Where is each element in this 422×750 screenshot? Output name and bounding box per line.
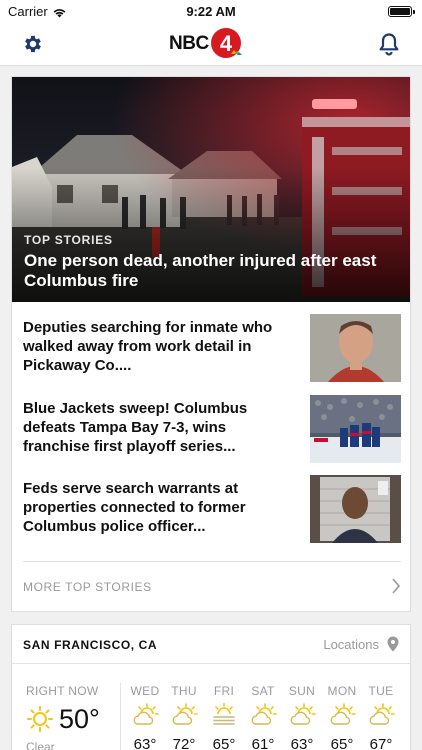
forecast-temp: 65° <box>212 736 236 750</box>
hero-headline[interactable]: One person dead, another injured after e… <box>24 251 394 291</box>
forecast-temp: 65° <box>330 736 354 750</box>
forecast-day-name: SUN <box>288 684 316 698</box>
bell-icon <box>379 33 399 56</box>
forecast-day-name: WED <box>130 684 160 698</box>
current-temperature: 50° <box>59 704 100 734</box>
partly-sunny-icon <box>322 702 362 730</box>
right-now-label: RIGHT NOW <box>26 684 99 698</box>
forecast-day: SAT 61° <box>243 684 283 750</box>
top-stories-card: TOP STORIES One person dead, another inj… <box>11 76 411 612</box>
weather-separator <box>120 683 121 750</box>
weather-divider <box>12 663 410 664</box>
nbc4-logo: NBC 4 <box>169 27 244 61</box>
partly-sunny-icon <box>125 702 165 730</box>
forecast-temp: 72° <box>172 736 196 750</box>
forecast-temp: 63° <box>290 736 314 750</box>
story-title[interactable]: Deputies searching for inmate who walked… <box>23 318 293 375</box>
locations-label: Locations <box>323 636 379 652</box>
fog-icon <box>204 702 244 730</box>
forecast-day-name: THU <box>171 684 197 698</box>
partly-sunny-icon <box>243 702 283 730</box>
forecast-day-name: FRI <box>213 684 235 698</box>
weather-city: SAN FRANCISCO, CA <box>23 638 158 652</box>
app-header: NBC 4 <box>0 22 422 66</box>
inmate-mugshot <box>310 314 401 382</box>
more-top-stories-label: MORE TOP STORIES <box>23 580 152 594</box>
forecast-day: MON 65° <box>322 684 362 750</box>
forecast-temp: 67° <box>369 736 393 750</box>
story-item[interactable]: Deputies searching for inmate who walked… <box>23 314 401 386</box>
clock: 9:22 AM <box>186 4 236 19</box>
more-top-stories-link[interactable]: MORE TOP STORIES <box>23 561 401 609</box>
hero-kicker: TOP STORIES <box>24 233 113 247</box>
chevron-right-icon <box>391 578 401 599</box>
current-condition: Clear <box>26 740 55 750</box>
status-bar: Carrier 9:22 AM <box>0 0 422 22</box>
logo-text: NBC <box>169 33 209 54</box>
hero-story[interactable]: TOP STORIES One person dead, another inj… <box>12 77 410 302</box>
forecast-day-name: TUE <box>368 684 394 698</box>
logo-badge: 4 <box>210 27 244 61</box>
forecast-temp: 63° <box>133 736 157 750</box>
forecast-day: WED 63° <box>125 684 165 750</box>
officer-mugshot <box>310 475 401 543</box>
gear-icon <box>25 35 41 53</box>
story-title[interactable]: Blue Jackets sweep! Columbus defeats Tam… <box>23 399 293 456</box>
partly-sunny-icon <box>361 702 401 730</box>
hockey-celebration <box>310 395 401 463</box>
forecast-day: TUE 67° <box>361 684 401 750</box>
forecast-temp: 61° <box>251 736 275 750</box>
notifications-button[interactable] <box>375 30 403 58</box>
battery-icon <box>388 6 415 17</box>
forecast-day: THU 72° <box>164 684 204 750</box>
locations-button[interactable]: Locations <box>323 636 399 652</box>
partly-sunny-icon <box>164 702 204 730</box>
forecast-day: SUN 63° <box>282 684 322 750</box>
forecast-day: FRI 65° <box>204 684 244 750</box>
forecast-day-name: MON <box>327 684 357 698</box>
logo-number: 4 <box>220 31 233 56</box>
weather-card: SAN FRANCISCO, CA Locations RIGHT NOW 50… <box>11 624 411 750</box>
forecast-day-name: SAT <box>251 684 275 698</box>
map-pin-icon <box>387 636 399 652</box>
story-title[interactable]: Feds serve search warrants at properties… <box>23 479 293 536</box>
sun-icon <box>26 705 54 738</box>
settings-button[interactable] <box>19 30 47 58</box>
story-item[interactable]: Feds serve search warrants at properties… <box>23 475 401 547</box>
story-item[interactable]: Blue Jackets sweep! Columbus defeats Tam… <box>23 395 401 467</box>
partly-sunny-icon <box>282 702 322 730</box>
